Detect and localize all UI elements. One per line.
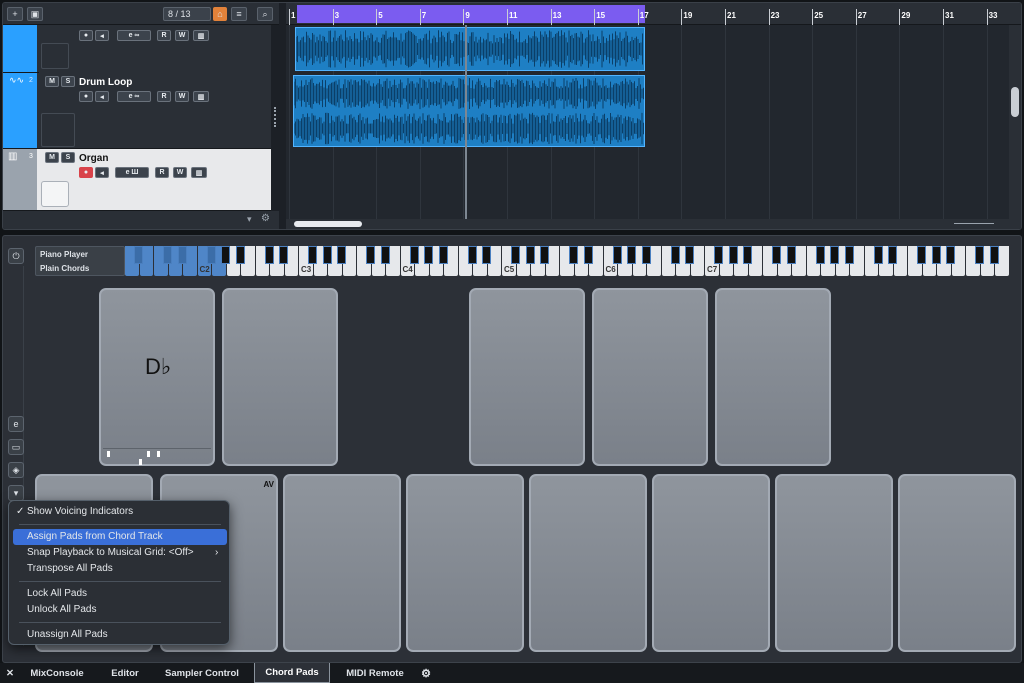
grid-line (768, 25, 770, 219)
menu-label: Snap Playback to Musical Grid: <Off> (27, 547, 194, 558)
voicing-note (139, 459, 142, 465)
chord-pad[interactable] (775, 474, 893, 652)
menu-divider (19, 622, 221, 623)
gear-icon[interactable]: ⚙ (418, 663, 434, 683)
lower-zone-tabs: ✕ MixConsole Editor Sampler Control Chor… (0, 663, 1024, 683)
menu-label: Show Voicing Indicators (27, 506, 134, 517)
scroll-thumb[interactable] (294, 221, 362, 227)
voicing-note (107, 451, 110, 457)
menu-item-transpose[interactable]: Transpose All Pads (13, 561, 227, 577)
pad-badge: AV (263, 480, 274, 489)
chord-pad[interactable] (592, 288, 708, 466)
grid-line (855, 25, 857, 219)
tab-midi-remote[interactable]: MIDI Remote (336, 663, 414, 683)
voicing-indicator (103, 448, 211, 465)
grid-line (725, 25, 726, 219)
audio-clip-drum-loop[interactable] (293, 75, 645, 147)
menu-item-unlock-all[interactable]: Unlock All Pads (13, 602, 227, 618)
grid-line (289, 25, 290, 219)
chord-pad[interactable]: D♭ (99, 288, 215, 466)
menu-divider (19, 581, 221, 582)
tab-editor[interactable]: Editor (100, 663, 150, 683)
voicing-note (147, 451, 150, 457)
chord-pad[interactable] (529, 474, 647, 652)
chord-pad[interactable] (222, 288, 338, 466)
scroll-thumb[interactable] (1011, 87, 1019, 117)
context-menu: ✓ Show Voicing Indicators Assign Pads fro… (8, 500, 230, 645)
tab-mixconsole[interactable]: MixConsole (22, 663, 92, 683)
menu-item-snap-playback[interactable]: Snap Playback to Musical Grid: <Off> › (13, 545, 227, 561)
grid-line (986, 25, 988, 219)
menu-divider (19, 524, 221, 525)
vertical-scrollbar[interactable] (1009, 25, 1021, 219)
menu-item-unassign-all[interactable]: Unassign All Pads (13, 627, 227, 643)
chord-pad[interactable] (283, 474, 401, 652)
project-window: + ▣ 8 / 13 ⌂ ≡ ⌕ ● ◂ e ∞ R W ▥ ∿∿ 2 M S … (2, 2, 1022, 230)
menu-item-show-voicing-indicators[interactable]: ✓ Show Voicing Indicators (13, 504, 227, 520)
playhead[interactable] (465, 25, 467, 219)
voicing-note (157, 451, 160, 457)
checkmark-icon: ✓ (16, 506, 25, 517)
chevron-right-icon: › (215, 547, 219, 558)
tab-chord-pads[interactable]: Chord Pads (254, 663, 330, 683)
horizontal-scrollbar[interactable] (286, 219, 1021, 229)
audio-clip[interactable] (295, 27, 645, 71)
chord-pad[interactable] (406, 474, 524, 652)
chord-pad[interactable] (469, 288, 585, 466)
tab-sampler-control[interactable]: Sampler Control (158, 663, 246, 683)
chord-pad[interactable] (715, 288, 831, 466)
waveform (293, 77, 644, 145)
grid-line (943, 25, 944, 219)
waveform (295, 30, 643, 68)
menu-item-assign-pads[interactable]: Assign Pads from Chord Track (13, 529, 227, 545)
grid-line (681, 25, 683, 219)
chord-pad[interactable] (898, 474, 1016, 652)
close-icon[interactable]: ✕ (2, 663, 18, 683)
chord-pad[interactable] (652, 474, 770, 652)
grid-line (899, 25, 901, 219)
pad-chord-label: D♭ (145, 354, 172, 379)
grid-line (812, 25, 814, 219)
zoom-slider[interactable] (954, 223, 994, 224)
menu-item-lock-all[interactable]: Lock All Pads (13, 586, 227, 602)
